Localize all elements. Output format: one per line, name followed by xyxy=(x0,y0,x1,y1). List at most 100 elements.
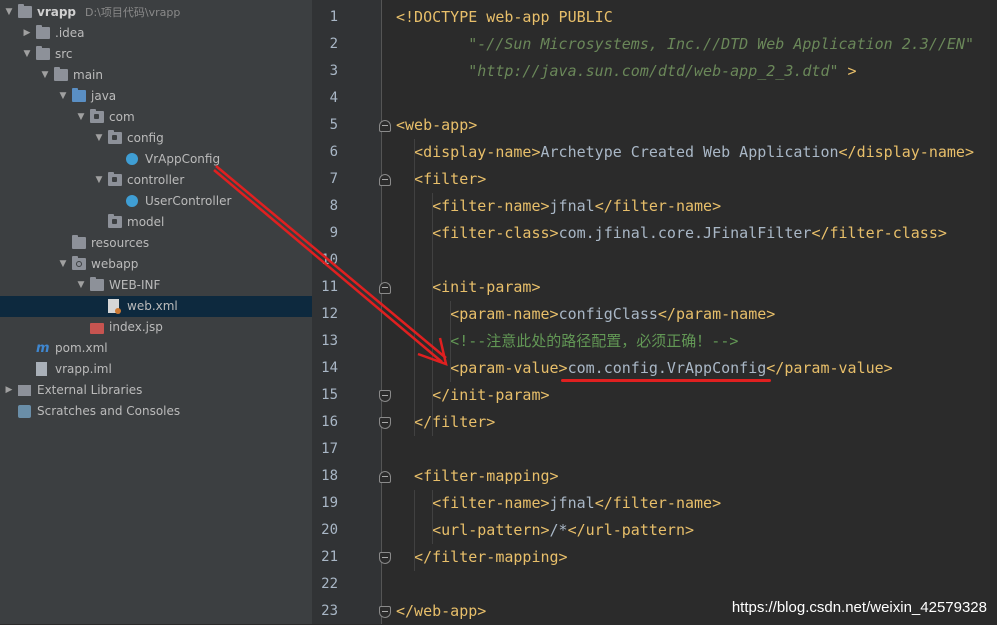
code-line[interactable]: "http://java.sun.com/dtd/web-app_2_3.dtd… xyxy=(396,58,856,85)
annotation-underline xyxy=(561,379,771,382)
project-path: D:\项目代码\vrapp xyxy=(85,6,181,19)
code-line[interactable]: <filter-class>com.jfinal.core.JFinalFilt… xyxy=(396,220,947,247)
indent-guide xyxy=(414,490,415,571)
project-tree-panel: ▼ vrapp D:\项目代码\vrapp ▶ .idea ▼ src ▼ main ▼ java ▼… xyxy=(0,0,312,624)
chevron-down-icon[interactable]: ▼ xyxy=(94,170,104,191)
tree-item-external-libraries[interactable]: ▶ External Libraries xyxy=(0,380,312,401)
package-icon xyxy=(108,214,122,228)
code-line[interactable]: <filter-name>jfnal</filter-name> xyxy=(396,490,721,517)
tree-item-web-inf[interactable]: ▼ WEB-INF xyxy=(0,275,312,296)
line-number: 8 xyxy=(329,198,338,214)
tree-item-pom-xml[interactable]: m pom.xml xyxy=(0,338,312,359)
code-line[interactable]: </init-param> xyxy=(396,382,550,409)
tree-item-index-jsp[interactable]: index.jsp xyxy=(0,317,312,338)
code-line[interactable]: <param-value>com.config.VrAppConfig</par… xyxy=(396,355,893,382)
code-line[interactable]: </filter> xyxy=(396,409,495,436)
tree-item-label: web.xml xyxy=(127,299,178,313)
chevron-down-icon[interactable]: ▼ xyxy=(40,65,50,86)
chevron-right-icon[interactable]: ▶ xyxy=(22,23,32,44)
line-number: 2 xyxy=(329,36,338,52)
tree-item-label: vrapp xyxy=(37,5,77,19)
package-icon xyxy=(108,130,122,144)
line-number: 5 xyxy=(329,117,338,133)
tree-item-label: controller xyxy=(127,173,185,187)
fold-start-icon[interactable] xyxy=(379,471,391,483)
tree-item-src[interactable]: ▼ src xyxy=(0,44,312,65)
tree-item-label: External Libraries xyxy=(37,383,143,397)
fold-end-icon[interactable] xyxy=(379,390,391,402)
chevron-down-icon[interactable]: ▼ xyxy=(22,44,32,65)
indent-guide xyxy=(450,301,451,382)
chevron-down-icon[interactable]: ▼ xyxy=(4,2,14,23)
code-token-txt: jfnal xyxy=(549,494,595,512)
tree-item-label: resources xyxy=(91,236,150,250)
line-number: 19 xyxy=(321,495,338,511)
package-icon xyxy=(90,109,104,123)
tree-item-main[interactable]: ▼ main xyxy=(0,65,312,86)
code-token-txt: com.jfinal.core.JFinalFilter xyxy=(558,224,812,242)
tree-item-webapp[interactable]: ▼ webapp xyxy=(0,254,312,275)
tree-item-label: main xyxy=(73,68,103,82)
fold-start-icon[interactable] xyxy=(379,174,391,186)
code-editor[interactable]: 1 2 3 4 5 6 7 8 9 10 11 12 13 14 15 16 17 18 19 20 21 22 23 <!… xyxy=(312,0,997,624)
tree-item-java[interactable]: ▼ java xyxy=(0,86,312,107)
tree-item-config[interactable]: ▼ config xyxy=(0,128,312,149)
code-token-tag: <init-param> xyxy=(396,278,541,296)
code-line[interactable]: <param-name>configClass</param-name> xyxy=(396,301,775,328)
code-line[interactable]: <filter> xyxy=(396,166,486,193)
indent-guide xyxy=(432,490,433,544)
chevron-down-icon[interactable]: ▼ xyxy=(76,275,86,296)
code-line[interactable]: "-//Sun Microsystems, Inc.//DTD Web Appl… xyxy=(396,31,974,58)
code-token-tag: <web-app> xyxy=(396,116,478,134)
code-token-tag: <filter-name> xyxy=(396,197,550,215)
code-line[interactable]: <filter-mapping> xyxy=(396,463,559,490)
fold-end-icon[interactable] xyxy=(379,552,391,564)
code-line[interactable]: <!--注意此处的路径配置，必须正确！--> xyxy=(396,328,738,355)
code-line[interactable]: <!DOCTYPE web-app PUBLIC xyxy=(396,4,613,31)
tree-item-model[interactable]: model xyxy=(0,212,312,233)
code-token-str: "http://java.sun.com/dtd/web-app_2_3.dtd… xyxy=(396,62,839,80)
tree-item--idea[interactable]: ▶ .idea xyxy=(0,23,312,44)
chevron-down-icon[interactable]: ▼ xyxy=(58,86,68,107)
fold-end-icon[interactable] xyxy=(379,606,391,618)
code-token-tag: </filter-name> xyxy=(594,494,722,512)
fold-start-icon[interactable] xyxy=(379,282,391,294)
code-line[interactable]: <web-app> xyxy=(396,112,477,139)
tree-item-vrapp[interactable]: ▼ vrapp D:\项目代码\vrapp xyxy=(0,2,312,23)
tree-item-label: VrAppConfig xyxy=(145,152,221,166)
chevron-down-icon[interactable]: ▼ xyxy=(94,128,104,149)
line-number: 22 xyxy=(321,576,338,592)
chevron-down-icon[interactable]: ▼ xyxy=(58,254,68,275)
tree-item-vrapp-iml[interactable]: vrapp.iml xyxy=(0,359,312,380)
tree-item-controller[interactable]: ▼ controller xyxy=(0,170,312,191)
module-folder-icon xyxy=(18,4,32,18)
chevron-right-icon[interactable]: ▶ xyxy=(4,380,14,401)
tree-item-resources[interactable]: resources xyxy=(0,233,312,254)
tree-item-label: pom.xml xyxy=(55,341,108,355)
tree-item-com[interactable]: ▼ com xyxy=(0,107,312,128)
line-number: 17 xyxy=(321,441,338,457)
code-line[interactable]: <filter-name>jfnal</filter-name> xyxy=(396,193,721,220)
java-class-icon xyxy=(126,153,138,165)
line-number: 13 xyxy=(321,333,338,349)
tree-item-label: webapp xyxy=(91,257,139,271)
code-line[interactable]: <init-param> xyxy=(396,274,541,301)
iml-file-icon xyxy=(36,362,47,376)
libraries-icon xyxy=(18,385,31,396)
tree-item-web-xml[interactable]: web.xml xyxy=(0,296,312,317)
folder-icon xyxy=(36,46,50,60)
code-line[interactable]: <display-name>Archetype Created Web Appl… xyxy=(396,139,974,166)
code-line[interactable]: </filter-mapping> xyxy=(396,544,568,571)
code-token-tag: </init-param> xyxy=(396,386,550,404)
line-number: 1 xyxy=(329,9,338,25)
fold-end-icon[interactable] xyxy=(379,417,391,429)
fold-start-icon[interactable] xyxy=(379,120,391,132)
code-line[interactable]: <url-pattern>/*</url-pattern> xyxy=(396,517,694,544)
code-line[interactable]: </web-app> xyxy=(396,598,486,625)
tree-item-usercontroller[interactable]: UserController xyxy=(0,191,312,212)
folder-icon xyxy=(36,25,50,39)
code-token-tag: <!DOCTYPE web-app PUBLIC xyxy=(396,8,613,26)
tree-item-vrappconfig[interactable]: VrAppConfig xyxy=(0,149,312,170)
chevron-down-icon[interactable]: ▼ xyxy=(76,107,86,128)
tree-item-scratches-and-consoles[interactable]: Scratches and Consoles xyxy=(0,401,312,422)
